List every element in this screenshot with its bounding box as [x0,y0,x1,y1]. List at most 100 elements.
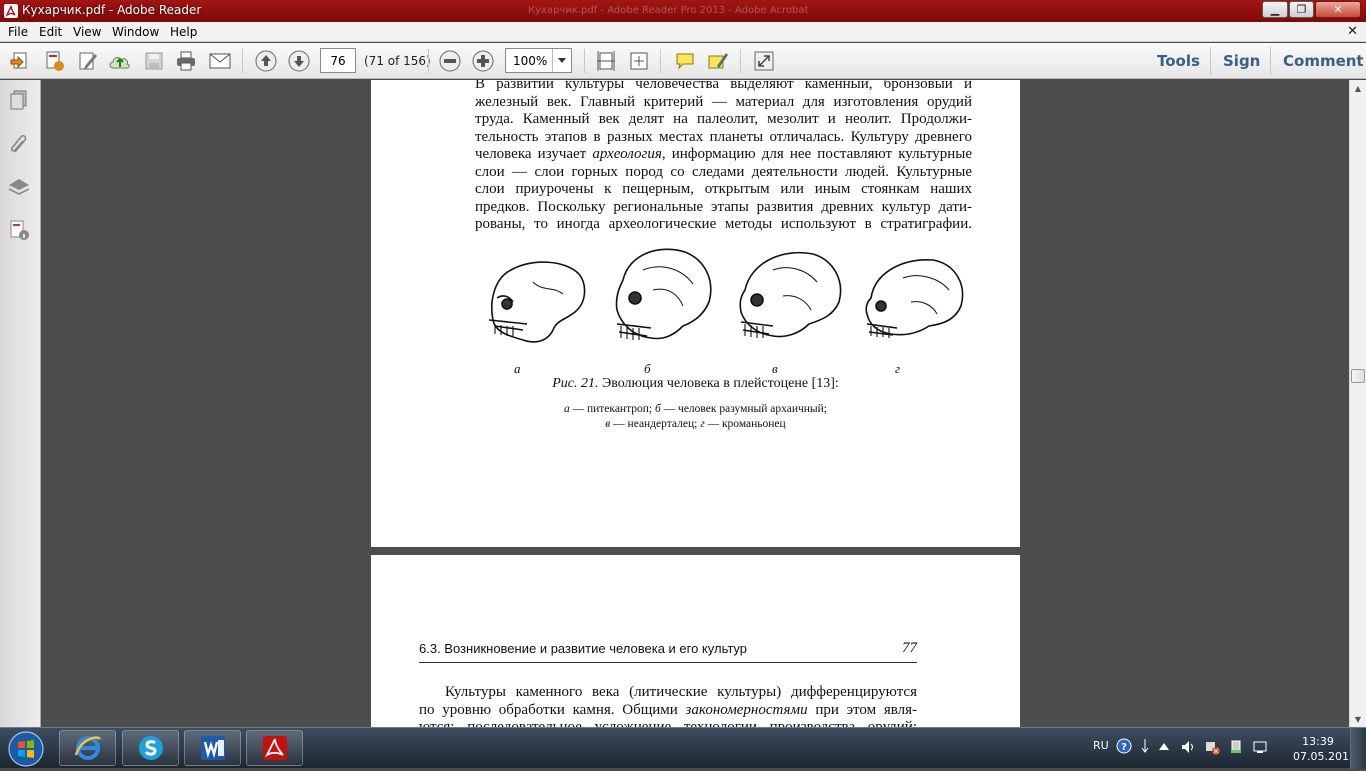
expand-icon [754,51,774,71]
edit-pdf-button[interactable] [76,49,100,73]
vertical-scrollbar[interactable]: ▲ ▼ [1349,80,1366,727]
window-title-ghost: Кухарчик.pdf - Adobe Reader Pro 2013 - A… [528,5,809,16]
layers-icon [8,179,30,195]
zoom-out-button[interactable] [438,49,462,73]
taskbar-adobe-reader[interactable] [246,730,303,766]
menu-view[interactable]: View [73,25,101,39]
paperclip-icon [10,134,27,153]
window-title: Кухарчик.pdf - Adobe Reader [22,3,202,17]
email-button[interactable] [208,49,232,73]
toolbar-separator [242,49,243,73]
text-line: слои приурочены к пещерным, открытым или… [475,181,972,197]
arrow-down-icon [288,50,310,72]
windows-orb-icon [8,731,44,767]
taskbar-word[interactable] [184,730,241,766]
skull-archaic-sapiens [615,248,712,340]
taskbar-skype[interactable] [122,730,179,766]
language-indicator[interactable]: RU [1093,739,1109,752]
sign-pane-button[interactable]: Sign [1223,52,1260,70]
skull-label-b: б [644,361,651,376]
body-paragraph: В развитии культуры человечества выделяю… [475,80,972,234]
zoom-value: 100% [513,54,548,68]
page-number-input[interactable]: 76 [320,48,356,73]
action-center-icon[interactable] [1252,739,1268,758]
zoom-in-button[interactable] [471,49,495,73]
printer-icon [177,51,195,71]
page-count: (71 of 156) [364,54,431,68]
running-header-title: 6.3. Возникновение и развитие человека и… [419,641,748,656]
print-button[interactable] [174,49,198,73]
text-run: человека изучает [475,146,593,162]
skull-pithecanthropus [488,261,586,343]
clock-date: 07.05.2013 [1293,750,1356,763]
open-button[interactable] [8,49,32,73]
italic-term: закономерностями [685,701,808,718]
cloud-upload-icon [109,57,130,69]
volume-icon[interactable] [1180,739,1196,758]
sticky-note-button[interactable] [673,49,697,73]
title-bar: Кухарчик.pdf - Adobe Reader Кухарчик.pdf… [0,0,1366,22]
page-thumbnails-icon [10,90,27,110]
text-line: труда. Каменный век делят на палеолит, м… [475,111,972,127]
show-hidden-icons-icon[interactable] [1159,740,1169,753]
fit-width-icon [630,52,648,70]
save-button[interactable] [142,49,166,73]
upload-button[interactable] [108,49,132,73]
previous-page-button[interactable] [254,49,278,73]
legend-text: — человек разумный архаичный; [660,403,828,415]
layers-button[interactable] [7,175,31,199]
signatures-button[interactable] [7,218,31,242]
show-desktop-button[interactable] [1350,728,1366,769]
text-line: человека изучает археология, информацию … [475,146,972,164]
windows-taskbar: RU ? 13:39 07.05.2013 [0,727,1366,769]
legend-text: — неандерталец; [610,418,701,430]
menu-file[interactable]: File [8,25,28,39]
highlighter-icon [708,53,728,69]
menu-edit[interactable]: Edit [39,25,62,39]
fit-width-button[interactable] [627,49,651,73]
menu-help[interactable]: Help [170,25,197,39]
page-thumbnails-button[interactable] [7,88,31,112]
text-line: предков. Поскольку региональные этапы ра… [475,198,972,215]
keyboard-settings-icon[interactable] [1140,737,1150,760]
envelope-icon [209,53,231,69]
toolbar-separator [1210,47,1211,75]
scroll-up-arrow-icon[interactable]: ▲ [1350,80,1366,96]
highlight-text-button[interactable] [706,49,730,73]
skull-label-v: в [772,361,778,376]
skull-label-g: г [895,361,901,376]
full-screen-button[interactable] [752,49,776,73]
safely-remove-hardware-icon[interactable] [1228,739,1244,758]
network-error-icon[interactable] [1204,739,1220,758]
attachments-button[interactable] [7,132,31,156]
tools-pane-button[interactable]: Tools [1157,52,1200,70]
close-button[interactable]: ✕ [1315,1,1361,18]
word-icon [200,736,225,760]
scroll-down-arrow-icon[interactable]: ▼ [1350,711,1366,727]
system-clock[interactable]: 13:39 07.05.2013 [1293,734,1356,764]
next-page-button[interactable] [287,49,311,73]
comment-pane-button[interactable]: Comment [1283,52,1364,70]
create-pdf-button[interactable] [42,49,66,73]
skype-icon [138,736,163,760]
taskbar-internet-explorer[interactable] [59,730,116,766]
close-document-icon[interactable]: ✕ [1347,24,1358,39]
document-info-icon [10,220,29,240]
text-line: Культуры каменного века (литические куль… [445,684,917,700]
start-button[interactable] [4,730,48,768]
document-viewer[interactable]: В развитии культуры человечества выделяю… [41,80,1349,727]
maximize-button[interactable]: ❐ [1289,1,1314,18]
text-line: ются: последовательное усложнение технол… [419,719,917,727]
text-line: по уровню обработки камня. Общими законо… [419,702,917,720]
help-icon[interactable]: ? [1116,738,1132,757]
legend-text: — кроманьонец [704,418,786,430]
chevron-down-icon[interactable] [552,49,571,72]
minimize-button[interactable]: ▁ [1262,1,1288,18]
scrollbar-thumb[interactable] [1351,369,1365,383]
zoom-level-select[interactable]: 100% [505,48,572,73]
minimize-icon: ▁ [1270,3,1280,16]
italic-term: археология [592,146,662,162]
menu-bar: File Edit View Window Help ✕ [0,22,1366,42]
fit-page-button[interactable] [594,49,618,73]
menu-window[interactable]: Window [112,25,159,39]
